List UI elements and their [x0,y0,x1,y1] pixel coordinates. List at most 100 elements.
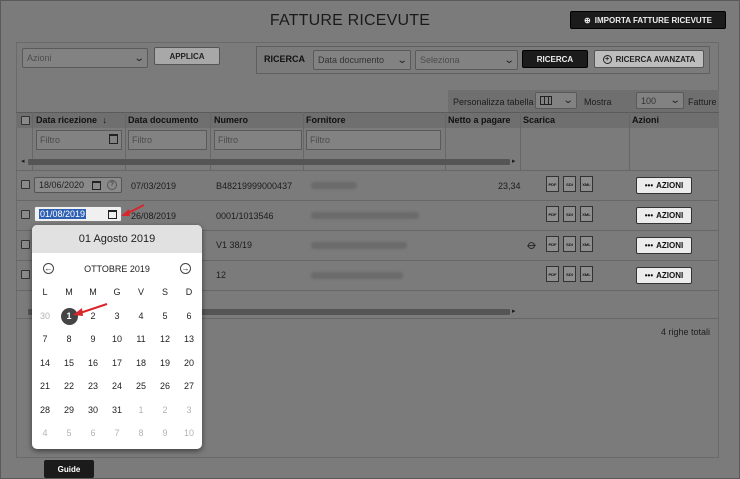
calendar-day[interactable]: 10 [177,428,201,438]
calendar-day[interactable]: 13 [177,334,201,344]
calendar-day[interactable]: 3 [177,405,201,415]
month-label[interactable]: OTTOBRE 2019 [32,264,202,274]
xml-download-icon[interactable]: XML [580,236,593,252]
filter-data-ricezione[interactable]: Filtro [36,130,122,150]
calendar-day[interactable]: 24 [105,381,129,391]
xml-download-icon[interactable]: XML [580,206,593,222]
calendar-day[interactable]: 1 [129,405,153,415]
calendar-day[interactable]: 9 [81,334,105,344]
calendar-day[interactable]: 5 [153,311,177,321]
calendar-week-row: 4 5 6 7 8 9 10 [32,428,202,452]
select-all-checkbox[interactable] [21,116,30,125]
calendar-day[interactable]: 21 [33,381,57,391]
calendar-day[interactable]: 25 [129,381,153,391]
calendar-day[interactable]: 28 [33,405,57,415]
column-header-fornitore[interactable]: Fornitore [306,115,346,125]
search-field-select[interactable]: Data documento ⌄ [313,50,411,70]
row-checkbox[interactable] [21,270,30,279]
calendar-day[interactable]: 27 [177,381,201,391]
row-actions-button[interactable]: ••• AZIONI [636,177,692,194]
scroll-left-icon[interactable]: ◂ [21,157,25,165]
more-dots-icon: ••• [644,181,654,190]
sdi-download-icon[interactable]: SDI [563,176,576,192]
calendar-day[interactable]: 11 [129,334,153,344]
pdf-download-icon[interactable]: PDF [546,236,559,252]
calendar-day[interactable]: 2 [153,405,177,415]
calendar-day[interactable]: 9 [153,428,177,438]
customize-table-label: Personalizza tabella [453,97,534,107]
chevron-down-icon: ⌄ [396,54,408,66]
calendar-day[interactable]: 22 [57,381,81,391]
chevron-down-icon: ⌄ [133,52,145,64]
calendar-day[interactable]: 14 [33,358,57,368]
search-label: RICERCA [264,54,306,64]
column-header-data-documento[interactable]: Data documento [128,115,199,125]
row-checkbox[interactable] [21,180,30,189]
row-checkbox[interactable] [21,240,30,249]
calendar-day[interactable]: 6 [177,311,201,321]
filter-data-documento[interactable]: Filtro [128,130,207,150]
calendar-day[interactable]: 17 [105,358,129,368]
pdf-download-icon[interactable]: PDF [546,206,559,222]
calendar-day[interactable]: 10 [105,334,129,344]
calendar-day[interactable]: 7 [105,428,129,438]
pdf-download-icon[interactable]: PDF [546,176,559,192]
scroll-right-icon[interactable]: ▸ [512,307,516,315]
calendar-day[interactable]: 12 [153,334,177,344]
column-header-netto[interactable]: Netto a pagare [448,115,511,125]
xml-download-icon[interactable]: XML [580,266,593,282]
calendar-day[interactable]: 19 [153,358,177,368]
apply-button[interactable]: APPLICA [154,47,220,65]
weekday-label: V [137,287,144,297]
weekday-label: G [113,287,121,297]
next-month-icon[interactable]: → [180,263,191,274]
search-button[interactable]: RICERCA [522,50,588,68]
guide-button[interactable]: Guide [44,460,94,478]
xml-download-icon[interactable]: XML [580,176,593,192]
calendar-day[interactable]: 20 [177,358,201,368]
row-actions-button[interactable]: ••• AZIONI [636,237,692,254]
scroll-right-icon[interactable]: ▸ [512,157,516,165]
calendar-day[interactable]: 30 [81,405,105,415]
row-date-received-active[interactable]: 01/08/2019 [34,206,122,222]
pdf-download-icon[interactable]: PDF [546,266,559,282]
column-header-numero[interactable]: Numero [214,115,248,125]
weekday-label: D [185,287,193,297]
calendar-day[interactable]: 31 [105,405,129,415]
filter-numero[interactable]: Filtro [214,130,302,150]
calendar-day[interactable]: 26 [153,381,177,391]
calendar-day[interactable]: 4 [129,311,153,321]
row-actions-button[interactable]: ••• AZIONI [636,267,692,284]
calendar-day[interactable]: 15 [57,358,81,368]
total-rows-label: 4 righe totali [661,327,711,337]
row-date-received[interactable]: 18/06/2020 ? [34,177,122,193]
calendar-day[interactable]: 29 [57,405,81,415]
filter-fornitore[interactable]: Filtro [306,130,441,150]
calendar-day[interactable]: 4 [33,428,57,438]
calendar-icon [109,134,118,144]
calendar-day[interactable]: 16 [81,358,105,368]
row-number: 0001/1013546 [216,211,274,221]
horizontal-scrollbar[interactable] [28,159,510,165]
row-supplier-redacted [311,212,419,219]
search-value-select[interactable]: Seleziona ⌄ [415,50,518,70]
calendar-day[interactable]: 30 [33,311,57,321]
calendar-day[interactable]: 18 [129,358,153,368]
row-actions-button[interactable]: ••• AZIONI [636,207,692,224]
sdi-download-icon[interactable]: SDI [563,206,576,222]
calendar-day[interactable]: 23 [81,381,105,391]
calendar-day[interactable]: 7 [33,334,57,344]
bulk-actions-select[interactable]: Azioni ⌄ [22,48,148,68]
calendar-day[interactable]: 8 [129,428,153,438]
calendar-day[interactable]: 6 [81,428,105,438]
column-picker[interactable]: ⌄ [535,92,577,109]
import-invoices-button[interactable]: ⊕ IMPORTA FATTURE RICEVUTE [570,11,726,29]
sdi-download-icon[interactable]: SDI [563,266,576,282]
advanced-search-button[interactable]: + RICERCA AVANZATA [594,50,704,68]
column-header-data-ricezione[interactable]: Data ricezione ↓ [36,115,107,125]
row-checkbox[interactable] [21,210,30,219]
sdi-download-icon[interactable]: SDI [563,236,576,252]
page-size-select[interactable]: 100 ⌄ [636,92,684,109]
calendar-day[interactable]: 5 [57,428,81,438]
calendar-day[interactable]: 8 [57,334,81,344]
